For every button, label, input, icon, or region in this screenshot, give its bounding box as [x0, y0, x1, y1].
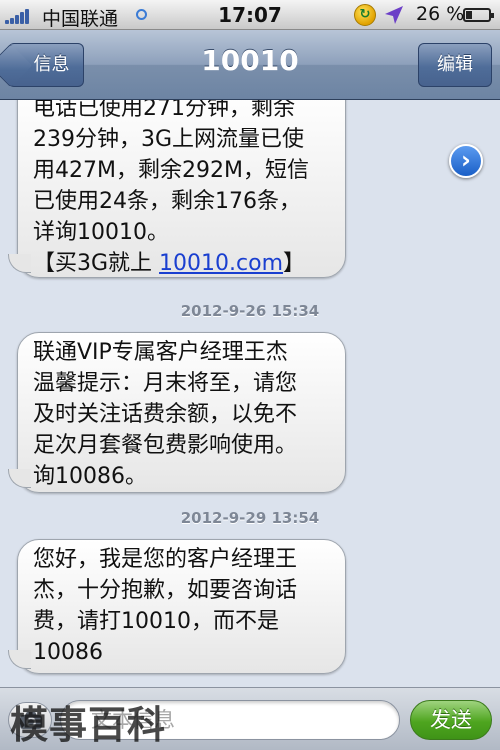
message-detail-arrow-icon[interactable]: ›: [449, 144, 483, 178]
status-bar: 中国联通 17:07 ↻ 26 %: [0, 0, 500, 30]
message-line: 10086: [33, 640, 103, 665]
battery-fill: [466, 11, 472, 19]
message-line: 及时关注话费余额，以免不: [33, 402, 298, 427]
message-bubble[interactable]: 联通VIP专属客户经理王杰 温馨提示：月末将至，请您 及时关注话费余额，以免不 …: [8, 332, 346, 493]
message-bubble[interactable]: 电话已使用271分钟，剩余 239分钟，3G上网流量已使 用427M，剩余292…: [8, 100, 346, 279]
message-timestamp: 2012-9-26 15:34: [180, 302, 320, 320]
location-arrow-icon: [385, 6, 403, 24]
battery-icon: [463, 8, 494, 22]
message-line: 用427M，剩余292M，短信: [33, 158, 309, 183]
message-line: 详询10010。: [33, 220, 169, 245]
message-timestamp: 2012-9-29 13:54: [180, 509, 320, 527]
sync-icon: ↻: [354, 4, 376, 26]
message-line: 【买3G就上 10010.com】: [33, 248, 335, 279]
message-line: 杰，十分抱歉，如要咨询话: [33, 578, 298, 603]
compose-bar: 文本信息 发送: [0, 687, 500, 750]
battery-percent: 26 %: [416, 3, 465, 25]
message-line: 温馨提示：月末将至，请您: [33, 371, 298, 396]
message-link[interactable]: 10010.com: [159, 251, 283, 276]
message-line: 足次月套餐包费影响使用。: [33, 433, 298, 458]
message-line: 联通VIP专属客户经理王杰: [33, 340, 288, 365]
message-line: 费，请打10010，而不是: [33, 609, 279, 634]
camera-button[interactable]: [8, 702, 52, 738]
message-line: 电话已使用271分钟，剩余: [33, 100, 295, 121]
message-line: 已使用24条，剩余176条，: [33, 189, 301, 214]
link-prefix: 【买3G就上: [33, 251, 160, 276]
message-line: 询10086。: [33, 464, 147, 489]
message-line: 您好，我是您的客户经理王: [33, 547, 298, 572]
send-button[interactable]: 发送: [410, 700, 492, 740]
message-line: 239分钟，3G上网流量已使: [33, 127, 305, 152]
message-bubble[interactable]: 您好，我是您的客户经理王 杰，十分抱歉，如要咨询话 费，请打10010，而不是 …: [8, 539, 346, 674]
message-input[interactable]: 文本信息: [60, 700, 400, 740]
navigation-bar: 信息 10010 编辑: [0, 30, 500, 100]
link-suffix: 】: [283, 251, 306, 276]
message-list[interactable]: 电话已使用271分钟，剩余 239分钟，3G上网流量已使 用427M，剩余292…: [0, 100, 500, 687]
camera-icon: [20, 712, 42, 729]
edit-button[interactable]: 编辑: [418, 43, 492, 87]
